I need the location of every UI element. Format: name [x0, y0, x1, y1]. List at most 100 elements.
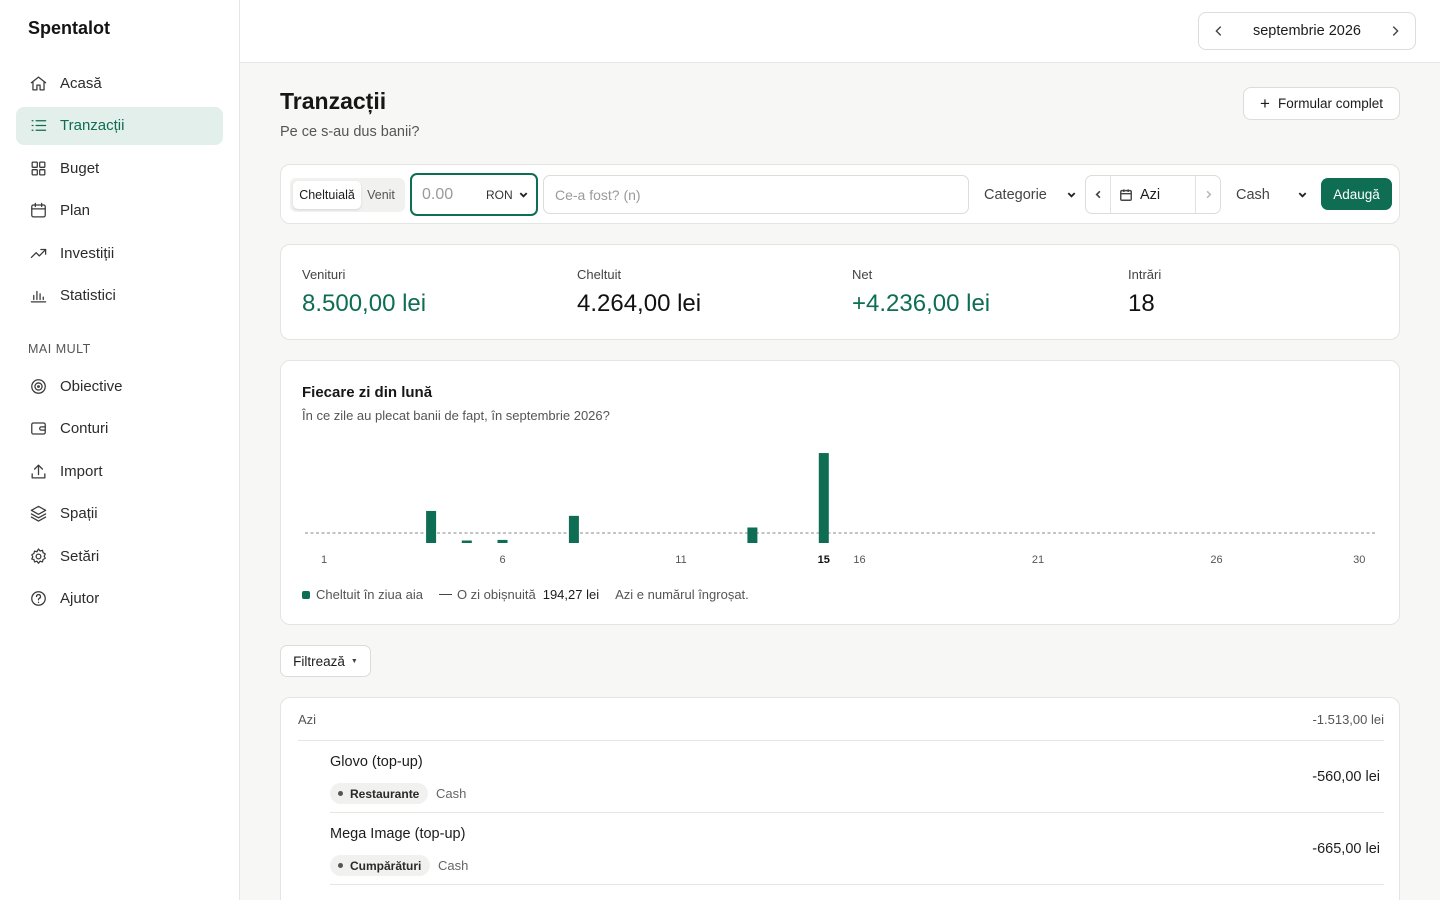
full-form-button[interactable]: + Formular complet: [1243, 87, 1400, 120]
stat-label: Cheltuit: [577, 267, 622, 282]
stat-value: 18: [1128, 290, 1155, 317]
category-label: Categorie: [984, 186, 1047, 203]
chart-bar-day-8[interactable]: [568, 515, 579, 543]
home-icon: [28, 73, 48, 93]
chevron-down-icon: [519, 192, 528, 198]
legend-swatch: [302, 590, 310, 599]
group-header: Azi -1.513,00 lei: [298, 698, 1384, 741]
gear-icon: [28, 546, 48, 566]
summary-stats: Venituri 8.500,00 lei Cheltuit 4.264,00 …: [280, 244, 1400, 340]
chart-bar-day-5[interactable]: [461, 540, 472, 544]
list-icon: [28, 116, 48, 136]
legend-spent-label: Cheltuit în ziua aia: [316, 587, 423, 602]
filter-button[interactable]: Filtrează ▼: [280, 645, 371, 677]
sidebar-item-label: Setări: [60, 547, 100, 565]
amount-input[interactable]: 0.00: [422, 186, 486, 204]
type-toggle: Cheltuială Venit: [290, 178, 405, 212]
sidebar-item-label: Conturi: [60, 420, 109, 438]
layers-icon: [28, 504, 48, 524]
legend-typical-label: O zi obișnuită: [456, 587, 536, 602]
upload-icon: [28, 461, 48, 481]
prev-day-button[interactable]: [1086, 176, 1110, 213]
category-chip: Cumpărături: [330, 855, 431, 876]
month-picker: septembrie 2026: [1198, 12, 1416, 50]
app-brand[interactable]: Spentalot: [28, 18, 110, 39]
transaction-row[interactable]: Glovo (top-up) Restaurante Cash -560,00 …: [330, 741, 1384, 813]
type-income-tab[interactable]: Venit: [361, 181, 401, 209]
chart-bar-day-6[interactable]: [497, 539, 508, 543]
sidebar-item-conturi[interactable]: Conturi: [16, 410, 223, 448]
tick-label-11: 11: [675, 554, 686, 566]
tick-label-15: 15: [818, 554, 830, 566]
sidebar-item-spatii[interactable]: Spații: [16, 495, 223, 533]
page-title: Tranzacții: [280, 88, 387, 114]
chevron-right-icon: [1206, 190, 1212, 199]
type-expense-tab[interactable]: Cheltuială: [293, 181, 361, 209]
stat-value: 8.500,00 lei: [302, 290, 427, 317]
sidebar-item-plan[interactable]: Plan: [16, 192, 223, 230]
chart-bar-day-13[interactable]: [747, 527, 758, 543]
account-select[interactable]: Cash: [1236, 175, 1308, 214]
next-month-button[interactable]: [1387, 23, 1403, 39]
tick-label-26: 26: [1210, 554, 1222, 566]
grid-icon: [28, 158, 48, 178]
prev-month-button[interactable]: [1211, 23, 1227, 39]
next-day-button[interactable]: [1196, 176, 1220, 213]
filter-label: Filtrează: [293, 653, 345, 669]
transaction-name: Mega Image (top-up): [330, 826, 466, 842]
chart-bar-day-4[interactable]: [426, 510, 437, 543]
sidebar-item-obiective[interactable]: Obiective: [16, 367, 223, 405]
account-label: Cash: [1236, 186, 1270, 203]
transactions-list: Azi -1.513,00 lei Glovo (top-up) Restaur…: [280, 697, 1400, 900]
transaction-account: Cash: [436, 786, 467, 801]
trend-up-icon: [28, 243, 48, 263]
help-icon: [28, 589, 48, 609]
category-select[interactable]: Categorie: [984, 175, 1077, 214]
sidebar-item-buget[interactable]: Buget: [16, 149, 223, 187]
stat-income: Venituri 8.500,00 lei: [302, 267, 426, 318]
sidebar-item-investitii[interactable]: Investiții: [16, 234, 223, 272]
sidebar-item-ajutor[interactable]: Ajutor: [16, 580, 223, 618]
sidebar-item-tranzactii[interactable]: Tranzacții: [16, 106, 223, 145]
target-icon: [28, 376, 48, 396]
chart-bar-day-15[interactable]: [818, 453, 829, 543]
section-label-more: MAI MULT: [28, 342, 91, 356]
sidebar-item-label: Obiective: [60, 377, 123, 395]
amount-field[interactable]: 0.00 RON: [410, 173, 538, 216]
sidebar-item-acasa[interactable]: Acasă: [16, 64, 223, 102]
daily-chart-card: 1 6 11 15 16 21 26 30 Fiecare zi din lună În ce…: [280, 360, 1400, 625]
chevron-left-icon: [1215, 26, 1222, 36]
stat-value: 4.264,00 lei: [577, 290, 702, 317]
sidebar-item-statistici[interactable]: Statistici: [16, 277, 223, 315]
category-chip: Restaurante: [330, 783, 429, 804]
bar-chart-icon: [28, 286, 48, 306]
tick-label-16: 16: [853, 554, 865, 566]
stat-value: +4.236,00 lei: [852, 290, 991, 317]
plus-icon: +: [1260, 94, 1270, 113]
stat-label: Venituri: [302, 267, 346, 282]
tick-label-21: 21: [1032, 554, 1044, 566]
transaction-row[interactable]: Mega Image (top-up) Cumpărături Cash -66…: [330, 813, 1384, 885]
currency-select[interactable]: RON: [486, 188, 529, 202]
month-label[interactable]: septembrie 2026: [1253, 23, 1361, 39]
legend-line: [438, 594, 452, 595]
chevron-left-icon: [1094, 190, 1100, 199]
date-field[interactable]: Azi: [1110, 176, 1196, 213]
page-subtitle: Pe ce s-au dus banii?: [280, 124, 420, 140]
quick-add-bar: Cheltuială Venit 0.00 RON Ce-a fost? (n)…: [280, 164, 1400, 224]
tick-label-6: 6: [499, 554, 505, 566]
sidebar-item-setari[interactable]: Setări: [16, 537, 223, 575]
stat-entries: Intrări 18: [1128, 267, 1161, 318]
category-label: Cumpărături: [350, 858, 422, 873]
description-input[interactable]: Ce-a fost? (n): [543, 175, 969, 214]
stat-label: Intrări: [1128, 267, 1162, 282]
transaction-amount: -560,00 lei: [1312, 769, 1380, 785]
add-button[interactable]: Adaugă: [1321, 178, 1392, 210]
sidebar-item-import[interactable]: Import: [16, 452, 223, 490]
transaction-account: Cash: [438, 858, 469, 873]
main-nav: Acasă Tranzacții Buget Plan Investiții S…: [16, 64, 223, 320]
calendar-icon: [28, 201, 48, 221]
sidebar-item-label: Buget: [60, 159, 100, 177]
topbar: septembrie 2026: [240, 0, 1440, 63]
legend-note: Azi e numărul îngroșat.: [615, 587, 749, 602]
